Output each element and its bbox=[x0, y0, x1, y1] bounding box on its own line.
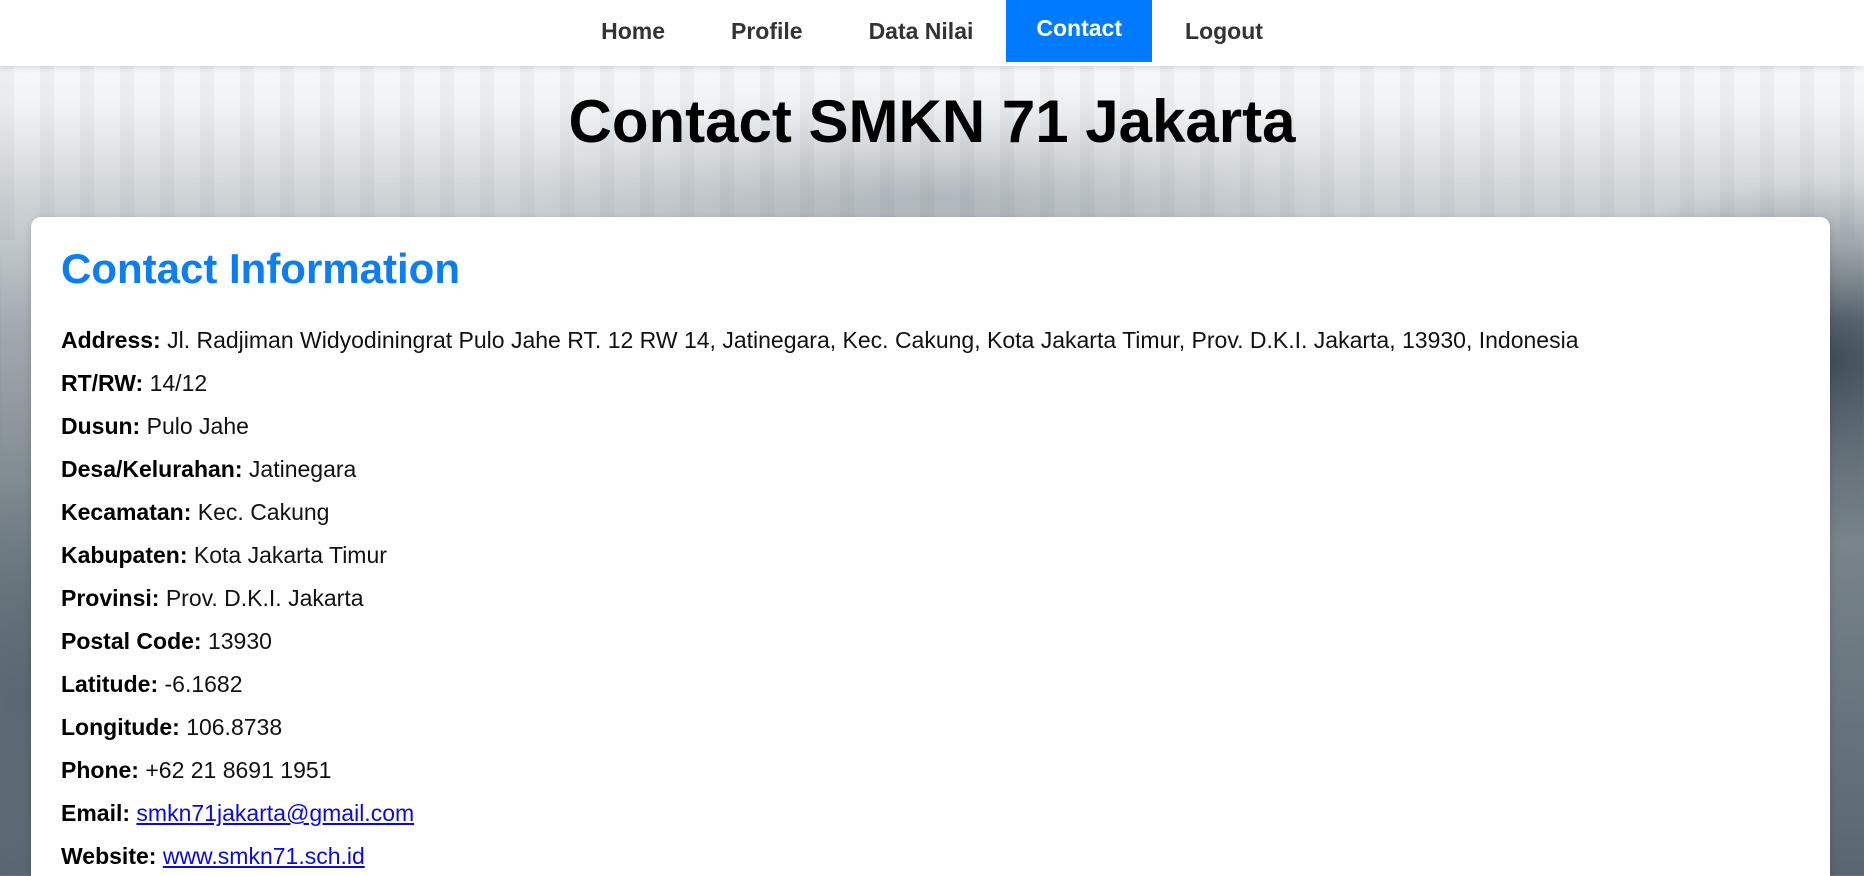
longitude-label: Longitude: bbox=[61, 714, 180, 740]
phone-row: Phone: +62 21 8691 1951 bbox=[61, 757, 1578, 800]
nav-home[interactable]: Home bbox=[568, 0, 698, 62]
dusun-row: Dusun: Pulo Jahe bbox=[61, 413, 1578, 456]
page-title: Contact SMKN 71 Jakarta bbox=[568, 88, 1296, 155]
provinsi-value: Prov. D.K.I. Jakarta bbox=[165, 585, 364, 611]
address-value: Jl. Radjiman Widyodiningrat Pulo Jahe RT… bbox=[167, 327, 1579, 353]
dusun-label: Dusun: bbox=[61, 413, 141, 439]
latitude-row: Latitude: -6.1682 bbox=[61, 671, 1578, 714]
nav-data-nilai[interactable]: Data Nilai bbox=[836, 0, 1007, 62]
contact-heading: Contact Information bbox=[61, 245, 460, 292]
kecamatan-value: Kec. Cakung bbox=[197, 499, 330, 525]
nav-contact[interactable]: Contact bbox=[1006, 0, 1153, 62]
email-row: Email: smkn71jakarta@gmail.com bbox=[61, 800, 1578, 843]
kecamatan-row: Kecamatan: Kec. Cakung bbox=[61, 499, 1578, 542]
desa-value: Jatinegara bbox=[248, 456, 357, 482]
nav-menu: Home Profile Data Nilai Contact Logout bbox=[0, 0, 1864, 62]
website-link[interactable]: www.smkn71.sch.id bbox=[163, 843, 365, 869]
latitude-value: -6.1682 bbox=[164, 671, 243, 697]
phone-value: +62 21 8691 1951 bbox=[145, 757, 332, 783]
latitude-label: Latitude: bbox=[61, 671, 159, 697]
address-label: Address: bbox=[61, 327, 161, 353]
postal-code-value: 13930 bbox=[207, 628, 272, 654]
phone-label: Phone: bbox=[61, 757, 139, 783]
rt-rw-label: RT/RW: bbox=[61, 370, 144, 396]
nav-logout[interactable]: Logout bbox=[1152, 0, 1296, 62]
nav-profile[interactable]: Profile bbox=[698, 0, 836, 62]
kabupaten-value: Kota Jakarta Timur bbox=[193, 542, 387, 568]
email-label: Email: bbox=[61, 800, 131, 826]
website-label: Website: bbox=[61, 843, 157, 869]
address-row: Address: Jl. Radjiman Widyodiningrat Pul… bbox=[61, 327, 1578, 370]
website-row: Website: www.smkn71.sch.id bbox=[61, 843, 1578, 876]
provinsi-label: Provinsi: bbox=[61, 585, 160, 611]
desa-label: Desa/Kelurahan: bbox=[61, 456, 243, 482]
rt-rw-row: RT/RW: 14/12 bbox=[61, 370, 1578, 413]
contact-info-list: Address: Jl. Radjiman Widyodiningrat Pul… bbox=[61, 327, 1578, 876]
longitude-row: Longitude: 106.8738 bbox=[61, 714, 1578, 757]
postal-code-label: Postal Code: bbox=[61, 628, 202, 654]
email-link[interactable]: smkn71jakarta@gmail.com bbox=[136, 800, 414, 826]
kabupaten-label: Kabupaten: bbox=[61, 542, 188, 568]
rt-rw-value: 14/12 bbox=[149, 370, 208, 396]
kecamatan-label: Kecamatan: bbox=[61, 499, 192, 525]
kabupaten-row: Kabupaten: Kota Jakarta Timur bbox=[61, 542, 1578, 585]
top-navbar: Home Profile Data Nilai Contact Logout bbox=[0, 0, 1864, 66]
longitude-value: 106.8738 bbox=[186, 714, 283, 740]
postal-code-row: Postal Code: 13930 bbox=[61, 628, 1578, 671]
dusun-value: Pulo Jahe bbox=[146, 413, 249, 439]
provinsi-row: Provinsi: Prov. D.K.I. Jakarta bbox=[61, 585, 1578, 628]
desa-row: Desa/Kelurahan: Jatinegara bbox=[61, 456, 1578, 499]
contact-card: Contact Information Address: Jl. Radjima… bbox=[31, 217, 1830, 876]
